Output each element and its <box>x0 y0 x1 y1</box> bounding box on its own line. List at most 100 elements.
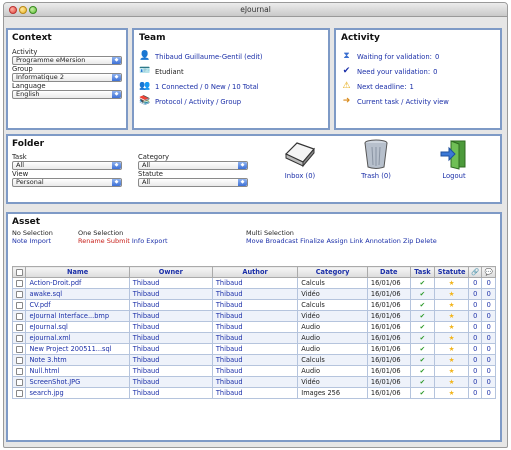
row-comment-count[interactable]: 0 <box>481 365 496 377</box>
row-author[interactable]: Thibaud <box>211 299 299 311</box>
select-all-checkbox[interactable] <box>15 268 23 276</box>
logout-button[interactable]: Logout <box>436 138 472 180</box>
row-checkbox[interactable] <box>15 389 23 397</box>
connected-link[interactable]: 1 Connected <box>155 83 198 91</box>
col-category[interactable]: Category <box>297 266 368 278</box>
row-owner[interactable]: Thibaud <box>128 288 213 300</box>
row-checkbox-cell[interactable] <box>11 343 27 355</box>
table-row[interactable]: New Project 200511...sql Thibaud Thibaud Au… <box>11 343 496 355</box>
row-checkbox-cell[interactable] <box>11 321 27 333</box>
row-link-count[interactable]: 0 <box>467 321 483 333</box>
row-author[interactable]: Thibaud <box>211 387 299 399</box>
row-author[interactable]: Thibaud <box>211 321 299 333</box>
row-checkbox[interactable] <box>15 356 23 364</box>
row-checkbox[interactable] <box>15 290 23 298</box>
row-checkbox[interactable] <box>15 301 23 309</box>
row-checkbox[interactable] <box>15 367 23 375</box>
table-row[interactable]: eJournal.sql Thibaud Thibaud Audio 16/01/06 ✔… <box>11 321 496 333</box>
export-action[interactable]: Export <box>146 237 167 245</box>
row-checkbox-cell[interactable] <box>11 288 27 300</box>
current-task-row[interactable]: ➜ Current task / Activity view <box>341 94 495 109</box>
row-checkbox-cell[interactable] <box>11 299 27 311</box>
row-checkbox[interactable] <box>15 312 23 320</box>
table-row[interactable]: eJournal Interface...bmp Thibaud Thibaud Vi… <box>11 310 496 322</box>
row-comment-count[interactable]: 0 <box>481 376 496 388</box>
table-row[interactable]: Null.html Thibaud Thibaud Audio 16/01/06 ✔ ★ 0 0 <box>11 365 496 377</box>
row-name[interactable]: ScreenShot.JPG <box>25 376 130 388</box>
row-comment-count[interactable]: 0 <box>481 332 496 344</box>
row-owner[interactable]: Thibaud <box>128 299 213 311</box>
deadline-row[interactable]: ⚠ Next deadline: 1 <box>341 79 495 94</box>
row-author[interactable]: Thibaud <box>211 354 299 366</box>
row-link-count[interactable]: 0 <box>467 288 483 300</box>
row-checkbox-cell[interactable] <box>11 365 27 377</box>
row-owner[interactable]: Thibaud <box>128 354 213 366</box>
need-validation-row[interactable]: ✔ Need your validation: 0 <box>341 64 495 79</box>
row-name[interactable]: Action-Droit.pdf <box>25 277 130 289</box>
col-links[interactable]: 🔗 <box>467 266 483 278</box>
row-comment-count[interactable]: 0 <box>481 277 496 289</box>
row-name[interactable]: awake.sql <box>25 288 130 300</box>
row-link-count[interactable]: 0 <box>467 299 483 311</box>
table-row[interactable]: ejournal.xml Thibaud Thibaud Audio 16/01/06 ✔… <box>11 332 496 344</box>
table-row[interactable]: Action-Droit.pdf Thibaud Thibaud Calculs 16/… <box>11 277 496 289</box>
row-comment-count[interactable]: 0 <box>481 387 496 399</box>
row-link-count[interactable]: 0 <box>467 332 483 344</box>
import-action[interactable]: Import <box>29 237 51 245</box>
col-statute[interactable]: Statute <box>434 266 469 278</box>
row-checkbox[interactable] <box>15 279 23 287</box>
current-task-link[interactable]: Current task / Activity view <box>357 98 449 106</box>
row-comment-count[interactable]: 0 <box>481 343 496 355</box>
task-select[interactable]: All ◆ <box>12 161 122 170</box>
row-checkbox[interactable] <box>15 378 23 386</box>
activity-select[interactable]: Programme eMersion ◆ <box>12 56 122 65</box>
col-task[interactable]: Task <box>409 266 436 278</box>
row-checkbox-cell[interactable] <box>11 376 27 388</box>
row-comment-count[interactable]: 0 <box>481 299 496 311</box>
row-checkbox[interactable] <box>15 334 23 342</box>
waiting-row[interactable]: ⧗ Waiting for validation: 0 <box>341 49 495 64</box>
row-comment-count[interactable]: 0 <box>481 354 496 366</box>
zip-action[interactable]: Zip <box>403 237 413 245</box>
row-author[interactable]: Thibaud <box>211 332 299 344</box>
row-checkbox-cell[interactable] <box>11 277 27 289</box>
row-comment-count[interactable]: 0 <box>481 288 496 300</box>
table-row[interactable]: Note 3.htm Thibaud Thibaud Calculs 16/01/06 ✔… <box>11 354 496 366</box>
row-checkbox-cell[interactable] <box>11 310 27 322</box>
row-owner[interactable]: Thibaud <box>128 310 213 322</box>
row-owner[interactable]: Thibaud <box>128 277 213 289</box>
row-link-count[interactable]: 0 <box>467 310 483 322</box>
row-author[interactable]: Thibaud <box>211 343 299 355</box>
row-link-count[interactable]: 0 <box>467 343 483 355</box>
language-select[interactable]: English ◆ <box>12 90 122 99</box>
table-row[interactable]: CV.pdf Thibaud Thibaud Calculs 16/01/06 ✔ ★ 0 0 <box>11 299 496 311</box>
row-link-count[interactable]: 0 <box>467 365 483 377</box>
row-checkbox[interactable] <box>15 323 23 331</box>
row-author[interactable]: Thibaud <box>211 310 299 322</box>
row-name[interactable]: ejournal.xml <box>25 332 130 344</box>
row-comment-count[interactable]: 0 <box>481 321 496 333</box>
protocol-link[interactable]: Protocol <box>155 98 182 106</box>
trash-button[interactable]: Trash (0) <box>356 138 396 180</box>
link-action[interactable]: Link <box>350 237 363 245</box>
row-checkbox-cell[interactable] <box>11 387 27 399</box>
table-row[interactable]: ScreenShot.JPG Thibaud Thibaud Vidéo 16/01/0… <box>11 376 496 388</box>
user-edit-link[interactable]: Thibaud Guillaume-Gentil (edit) <box>155 53 263 61</box>
new-link[interactable]: 0 New <box>204 83 225 91</box>
rename-action[interactable]: Rename <box>78 237 105 245</box>
col-owner[interactable]: Owner <box>128 266 213 278</box>
row-checkbox-cell[interactable] <box>11 332 27 344</box>
col-name[interactable]: Name <box>25 266 130 278</box>
row-owner[interactable]: Thibaud <box>128 387 213 399</box>
row-link-count[interactable]: 0 <box>467 354 483 366</box>
row-owner[interactable]: Thibaud <box>128 376 213 388</box>
row-name[interactable]: search.jpg <box>25 387 130 399</box>
view-select[interactable]: Personal ◆ <box>12 178 122 187</box>
row-name[interactable]: eJournal.sql <box>25 321 130 333</box>
finalize-action[interactable]: Finalize <box>300 237 324 245</box>
row-owner[interactable]: Thibaud <box>128 321 213 333</box>
assign-action[interactable]: Assign <box>326 237 347 245</box>
col-date[interactable]: Date <box>366 266 411 278</box>
table-row[interactable]: search.jpg Thibaud Thibaud Images 256 16/01/… <box>11 387 496 399</box>
row-name[interactable]: Null.html <box>25 365 130 377</box>
